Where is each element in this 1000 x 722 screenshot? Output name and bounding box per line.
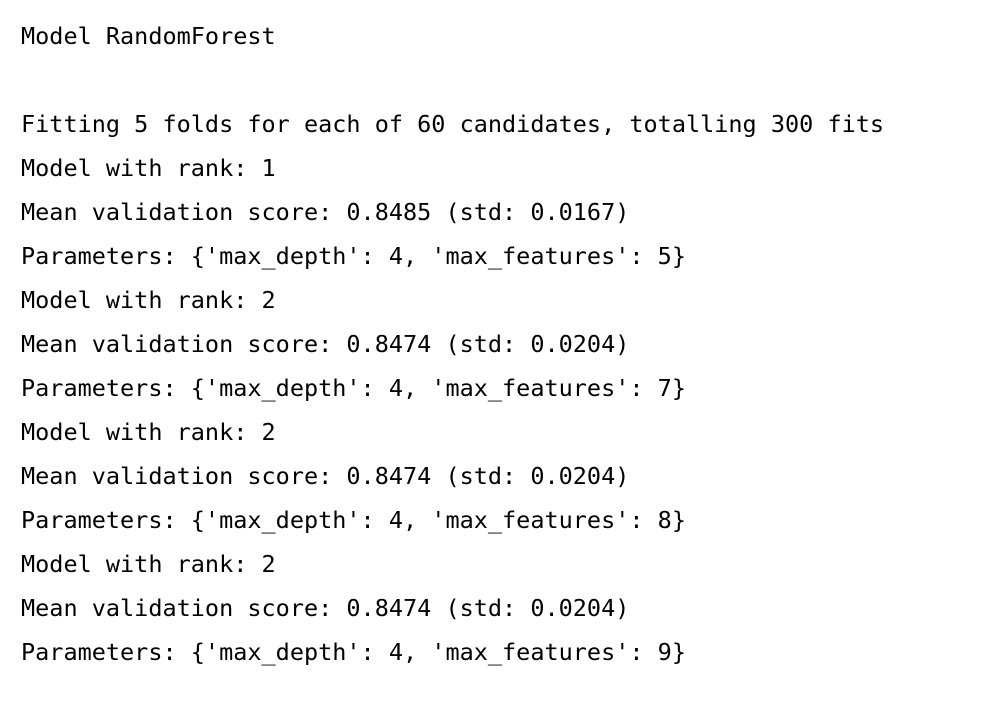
- params-line: Parameters: {'max_depth': 4, 'max_featur…: [21, 506, 686, 534]
- result-block-3: Model with rank: 2 Mean validation score…: [21, 410, 1000, 542]
- params-line: Parameters: {'max_depth': 4, 'max_featur…: [21, 638, 686, 666]
- score-line: Mean validation score: 0.8474 (std: 0.02…: [21, 462, 630, 490]
- rank-line: Model with rank: 2: [21, 550, 276, 578]
- fitting-summary-line: Fitting 5 folds for each of 60 candidate…: [21, 110, 885, 138]
- score-line: Mean validation score: 0.8474 (std: 0.02…: [21, 594, 630, 622]
- rank-line: Model with rank: 2: [21, 418, 276, 446]
- rank-line: Model with rank: 1: [21, 154, 276, 182]
- score-line: Mean validation score: 0.8485 (std: 0.01…: [21, 198, 630, 226]
- result-block-2: Model with rank: 2 Mean validation score…: [21, 278, 1000, 410]
- score-line: Mean validation score: 0.8474 (std: 0.02…: [21, 330, 630, 358]
- params-line: Parameters: {'max_depth': 4, 'max_featur…: [21, 374, 686, 402]
- rank-line: Model with rank: 2: [21, 286, 276, 314]
- result-block-1: Model with rank: 1 Mean validation score…: [21, 146, 1000, 278]
- console-output: Model RandomForest Fitting 5 folds for e…: [0, 0, 1000, 722]
- model-header-line: Model RandomForest: [21, 22, 276, 50]
- params-line: Parameters: {'max_depth': 4, 'max_featur…: [21, 242, 686, 270]
- result-block-4: Model with rank: 2 Mean validation score…: [21, 542, 1000, 674]
